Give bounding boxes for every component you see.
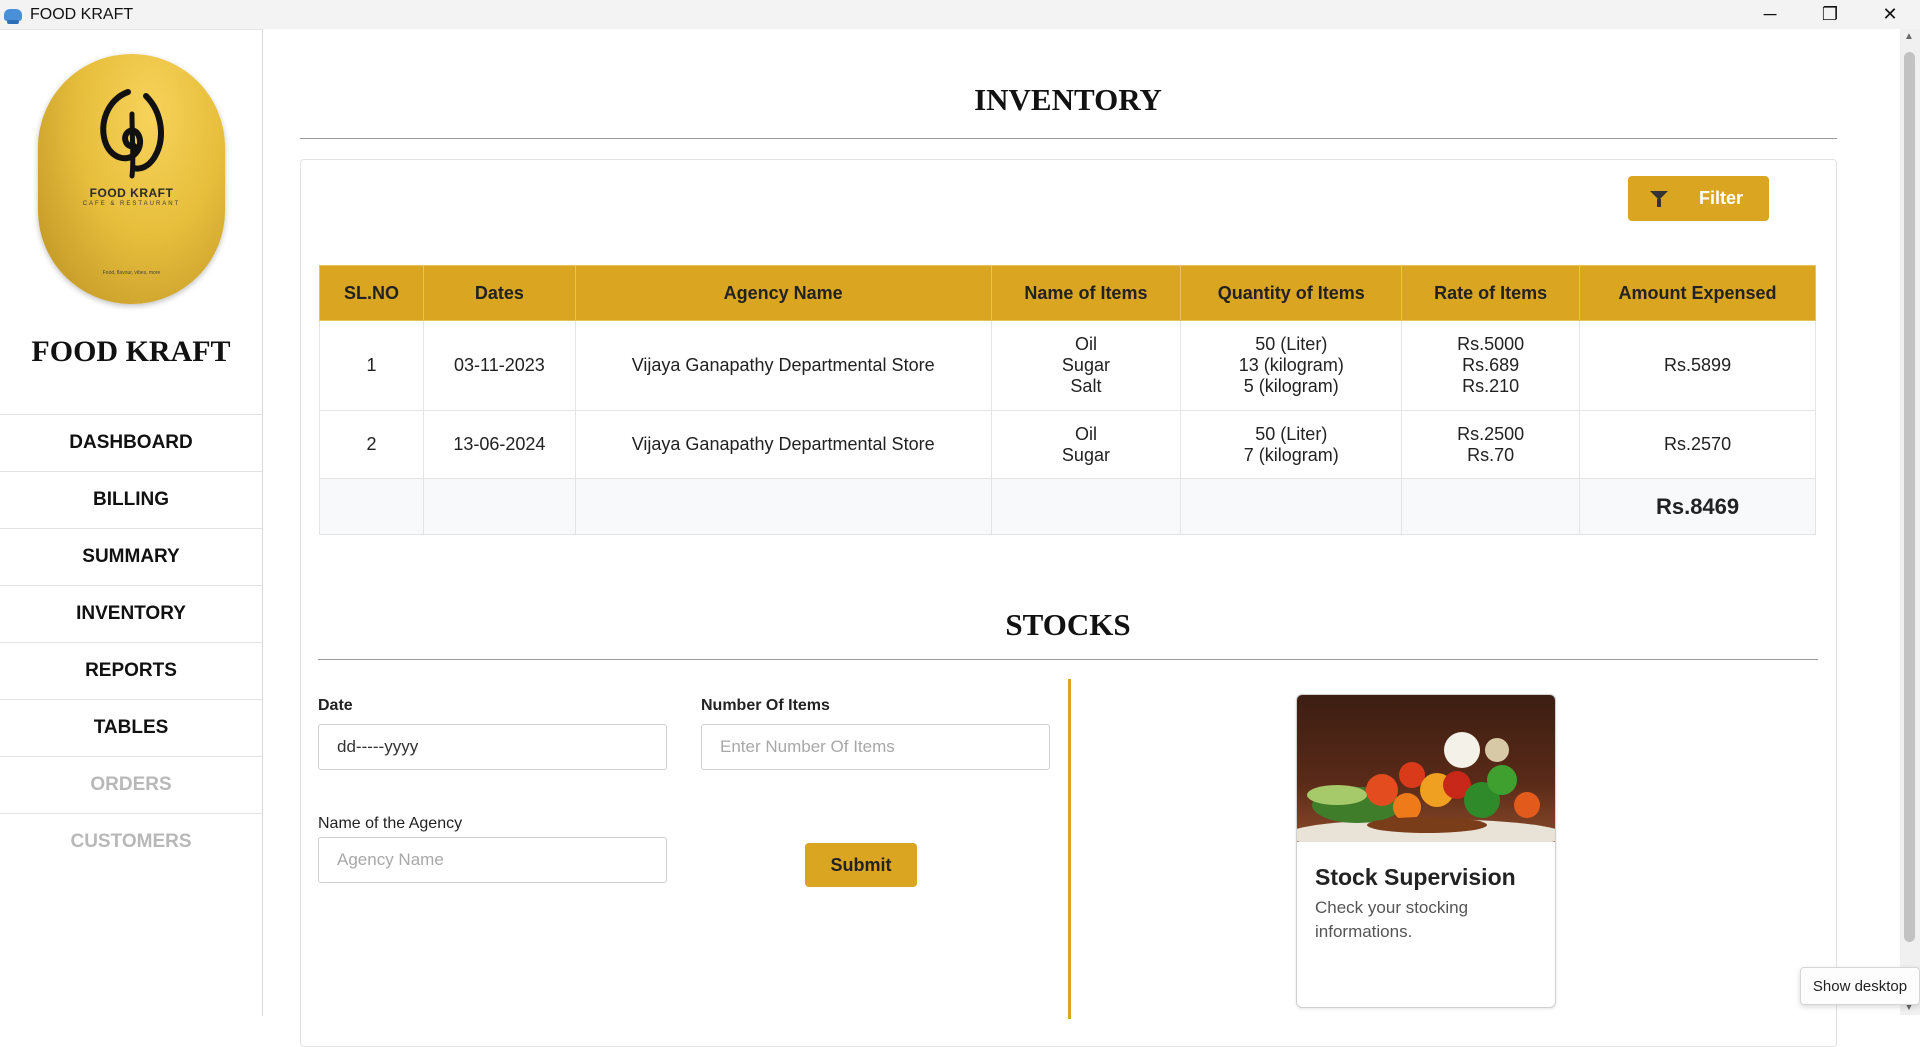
show-desktop-tooltip: Show desktop <box>1800 967 1920 1005</box>
item-name: Oil <box>1074 423 1097 444</box>
vegetables-illustration <box>1297 732 1555 851</box>
total-amount: Rs.8469 <box>1579 478 1816 535</box>
app-icon <box>4 8 22 24</box>
minimize-icon[interactable]: ─ <box>1740 0 1800 29</box>
divider <box>318 659 1818 660</box>
column-header[interactable]: Name of Items <box>990 265 1182 321</box>
item-quantity: 5 (kilogram) <box>1243 376 1339 396</box>
filter-icon <box>1650 191 1668 207</box>
item-rate: Rs.70 <box>1467 444 1515 465</box>
table-row[interactable]: 2 13-06-2024 Vijaya Ganapathy Department… <box>319 410 1816 479</box>
date-cell: 03-11-2023 <box>422 320 576 411</box>
close-icon[interactable]: ✕ <box>1860 0 1920 29</box>
item-quantity: 50 (Liter) <box>1255 334 1328 354</box>
quantity-cell: 50 (Liter) 13 (kilogram) 5 (kilogram) <box>1180 320 1403 411</box>
agency-cell: Vijaya Ganapathy Departmental Store <box>574 320 992 411</box>
brand-name: FOOD KRAFT <box>31 335 231 368</box>
promo-title: Stock Supervision <box>1315 864 1516 890</box>
amount-cell: Rs.5899 <box>1579 320 1816 411</box>
date-label: Date <box>318 697 353 714</box>
item-quantity: 7 (kilogram) <box>1243 444 1339 465</box>
divider <box>300 138 1837 139</box>
sidebar-item-inventory[interactable]: INVENTORY <box>0 585 262 642</box>
date-cell: 13-06-2024 <box>422 410 576 479</box>
date-field[interactable]: dd-----yyyy <box>318 724 667 770</box>
sidebar-nav: DASHBOARD BILLING SUMMARY INVENTORY REPO… <box>0 414 262 870</box>
sidebar: FOOD KRAFT CAFE & RESTAURANT Food, flavo… <box>0 29 263 1016</box>
filter-button[interactable]: Filter <box>1628 176 1769 221</box>
sidebar-item-summary[interactable]: SUMMARY <box>0 528 262 585</box>
main-content: INVENTORY Filter SL.NO Dates Agency Name… <box>263 29 1900 1047</box>
scroll-up-icon[interactable]: ▲ <box>1904 31 1914 42</box>
rate-cell: Rs.2500 Rs.70 <box>1401 410 1581 479</box>
column-header[interactable]: Agency Name <box>574 265 992 321</box>
agency-cell: Vijaya Ganapathy Departmental Store <box>574 410 992 479</box>
column-header[interactable]: Quantity of Items <box>1180 265 1403 321</box>
logo-tagline: Food, flavour, vibes, more <box>102 270 161 276</box>
agency-label: Name of the Agency <box>318 815 463 832</box>
promo-description: Check your stocking informations. <box>1315 898 1469 941</box>
vertical-divider <box>1068 679 1071 1019</box>
sl-cell: 1 <box>319 320 424 411</box>
sidebar-item-dashboard[interactable]: DASHBOARD <box>0 414 262 471</box>
sidebar-item-orders: ORDERS <box>0 756 262 813</box>
agency-name-input[interactable]: Agency Name <box>318 837 667 883</box>
item-rate: Rs.5000 <box>1457 334 1525 354</box>
number-of-items-input[interactable]: Enter Number Of Items <box>701 724 1050 770</box>
window-controls: ─ ❐ ✕ <box>1740 0 1920 29</box>
stock-supervision-card[interactable]: Stock Supervision Check your stocking in… <box>1296 694 1556 1008</box>
sidebar-item-tables[interactable]: TABLES <box>0 699 262 756</box>
column-header[interactable]: Amount Expensed <box>1579 265 1816 321</box>
item-quantity: 50 (Liter) <box>1255 423 1328 444</box>
item-quantity: 13 (kilogram) <box>1238 355 1344 375</box>
column-header[interactable]: Rate of Items <box>1401 265 1581 321</box>
window-title: FOOD KRAFT <box>30 5 134 23</box>
table-header-row: SL.NO Dates Agency Name Name of Items Qu… <box>319 265 1816 321</box>
item-name: Oil <box>1074 334 1097 354</box>
column-header[interactable]: SL.NO <box>319 265 424 321</box>
quantity-cell: 50 (Liter) 7 (kilogram) <box>1180 410 1403 479</box>
item-name: Sugar <box>1061 444 1110 465</box>
items-cell: Oil Sugar <box>990 410 1182 479</box>
item-name: Salt <box>1070 376 1102 396</box>
stocks-title: STOCKS <box>1005 607 1131 642</box>
window-titlebar: FOOD KRAFT ─ ❐ ✕ <box>0 0 1920 29</box>
filter-label: Filter <box>1699 188 1744 208</box>
item-rate: Rs.2500 <box>1457 423 1525 444</box>
items-cell: Oil Sugar Salt <box>990 320 1182 411</box>
vegetables-image <box>1297 695 1555 851</box>
brand-logo: FOOD KRAFT CAFE & RESTAURANT Food, flavo… <box>38 54 225 304</box>
item-name: Sugar <box>1061 355 1110 375</box>
logo-subtitle: CAFE & RESTAURANT <box>82 201 181 207</box>
amount-cell: Rs.2570 <box>1579 410 1816 479</box>
table-row[interactable]: 1 03-11-2023 Vijaya Ganapathy Department… <box>319 320 1816 411</box>
column-header[interactable]: Dates <box>422 265 576 321</box>
scrollbar-thumb[interactable] <box>1904 52 1915 942</box>
logo-name: FOOD KRAFT <box>89 186 174 200</box>
sl-cell: 2 <box>319 410 424 479</box>
rate-cell: Rs.5000 Rs.689 Rs.210 <box>1401 320 1581 411</box>
restore-icon[interactable]: ❐ <box>1800 0 1860 29</box>
sidebar-item-billing[interactable]: BILLING <box>0 471 262 528</box>
submit-button[interactable]: Submit <box>805 843 917 887</box>
number-of-items-label: Number Of Items <box>701 697 830 714</box>
item-rate: Rs.210 <box>1462 376 1520 396</box>
item-rate: Rs.689 <box>1462 355 1520 375</box>
sidebar-item-customers: CUSTOMERS <box>0 813 262 870</box>
total-row: Rs.8469 <box>319 478 1816 535</box>
inventory-title: INVENTORY <box>974 82 1162 117</box>
sidebar-item-reports[interactable]: REPORTS <box>0 642 262 699</box>
logo-mark-icon <box>100 89 164 179</box>
inventory-table: SL.NO Dates Agency Name Name of Items Qu… <box>319 265 1816 535</box>
